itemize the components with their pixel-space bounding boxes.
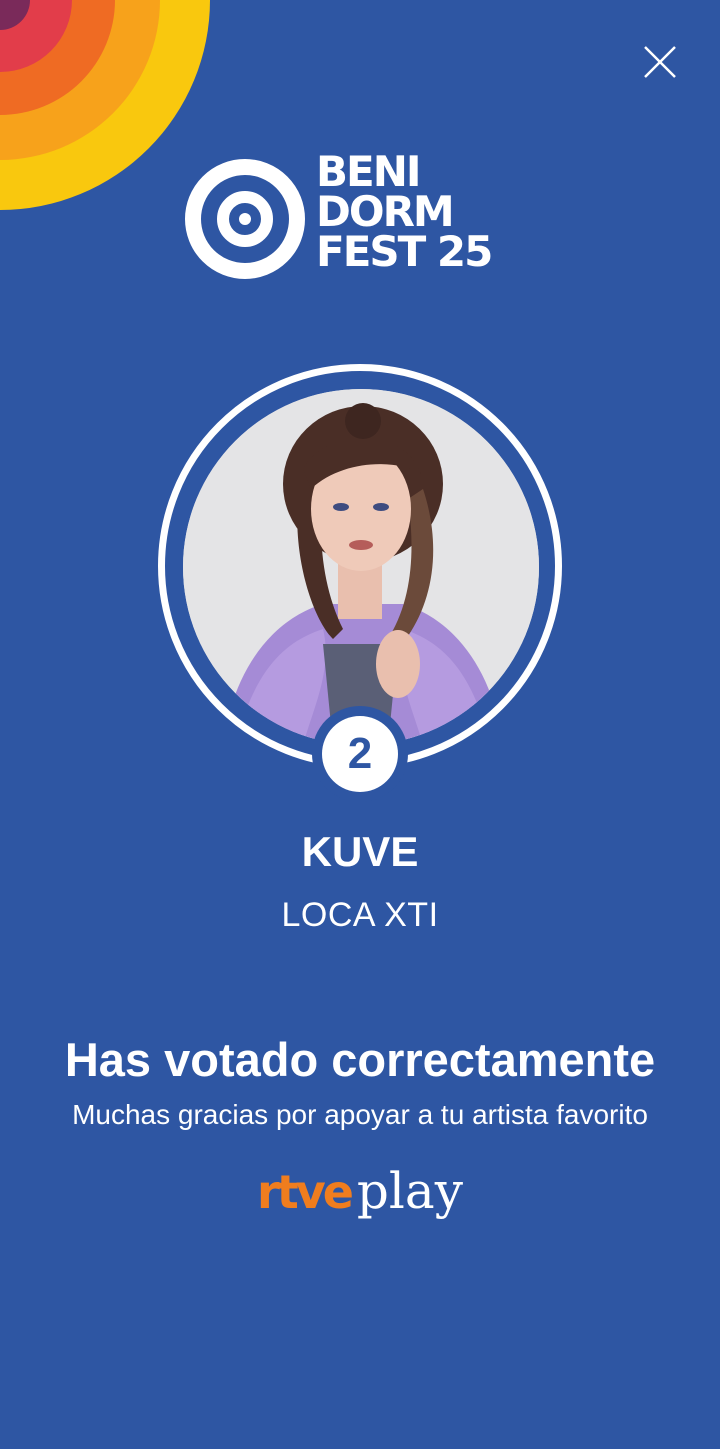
- artist-name: KUVE: [301, 828, 419, 875]
- benidorm-fest-logo: BENI DORM FEST 25: [184, 147, 546, 288]
- rank-badge: 2: [312, 706, 408, 802]
- artist-photo: [183, 389, 539, 745]
- close-icon: [644, 46, 676, 78]
- vote-confirmation-screen: BENI DORM FEST 25 2 KUVE LOCA XTI Has vo…: [0, 0, 720, 1449]
- logo-line-1: BENI: [316, 147, 421, 196]
- target-icon: [185, 159, 305, 279]
- vote-confirmation-subtitle: Muchas gracias por apoyar a tu artista f…: [72, 1099, 648, 1130]
- logo-wordmark: BENI DORM FEST 25: [316, 147, 546, 276]
- vote-confirmation-title: Has votado correctamente: [64, 1033, 656, 1086]
- brand-rtve: rtve: [257, 1165, 354, 1219]
- song-title: LOCA XTI: [281, 896, 439, 934]
- close-button[interactable]: [636, 38, 684, 86]
- logo-line-2: DORM: [316, 187, 455, 236]
- brand-play: play: [356, 1162, 463, 1220]
- rank-number: 2: [322, 716, 398, 792]
- rtve-play-logo: rtve play: [0, 1156, 720, 1239]
- logo-line-3: FEST 25: [316, 227, 493, 276]
